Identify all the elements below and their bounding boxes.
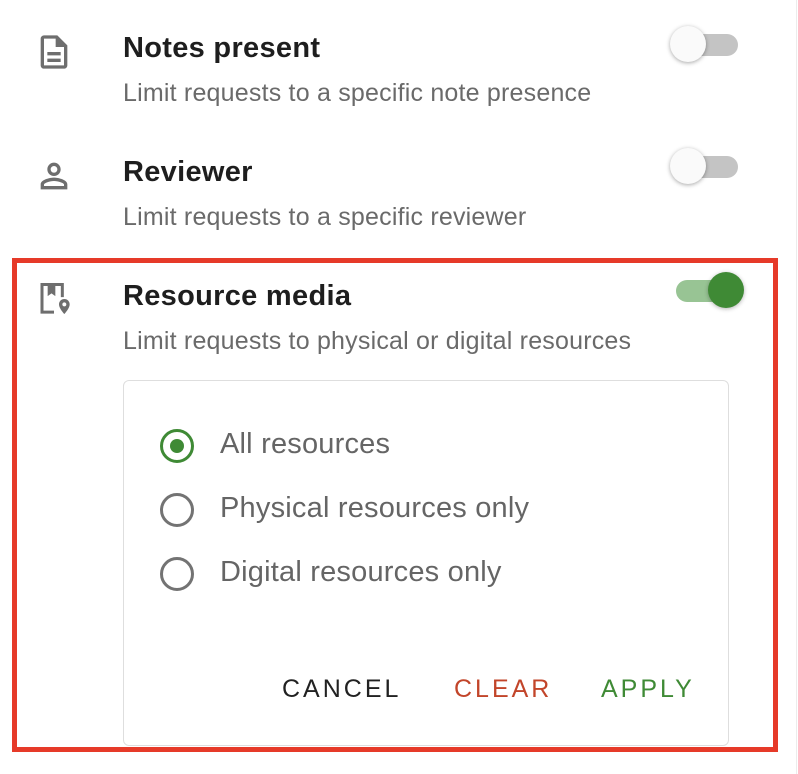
filter-notes-present: Notes present Limit requests to a specif… bbox=[0, 0, 790, 124]
reviewer-toggle[interactable] bbox=[670, 146, 740, 186]
notes-present-toggle[interactable] bbox=[670, 24, 740, 64]
filter-description: Limit requests to physical or digital re… bbox=[123, 327, 632, 355]
radio-physical-resources[interactable]: Physical resources only bbox=[160, 491, 680, 535]
filter-title: Resource media bbox=[123, 280, 352, 312]
radio-button-checked bbox=[160, 429, 194, 463]
resource-media-toggle[interactable] bbox=[670, 270, 744, 310]
resource-media-options: All resources Physical resources only Di… bbox=[123, 380, 729, 746]
radio-label: Digital resources only bbox=[220, 556, 502, 588]
notes-icon bbox=[34, 32, 74, 72]
radio-button bbox=[160, 493, 194, 527]
bookmark-location-icon bbox=[34, 278, 74, 318]
apply-button[interactable]: APPLY bbox=[601, 675, 695, 704]
panel-divider bbox=[796, 0, 797, 774]
filter-title: Notes present bbox=[123, 32, 321, 64]
filter-reviewer: Reviewer Limit requests to a specific re… bbox=[0, 124, 790, 248]
toggle-thumb bbox=[708, 272, 744, 308]
radio-dot bbox=[170, 439, 184, 453]
toggle-thumb bbox=[670, 148, 706, 184]
radio-all-resources[interactable]: All resources bbox=[160, 427, 680, 471]
person-icon bbox=[34, 156, 74, 196]
cancel-button[interactable]: CANCEL bbox=[282, 675, 401, 704]
radio-button bbox=[160, 557, 194, 591]
clear-button[interactable]: CLEAR bbox=[454, 675, 552, 704]
radio-label: Physical resources only bbox=[220, 492, 530, 524]
radio-digital-resources[interactable]: Digital resources only bbox=[160, 555, 680, 599]
filter-description: Limit requests to a specific reviewer bbox=[123, 203, 527, 231]
filter-resource-media: Resource media Limit requests to physica… bbox=[0, 248, 790, 378]
toggle-thumb bbox=[670, 26, 706, 62]
filter-title: Reviewer bbox=[123, 156, 253, 188]
filter-description: Limit requests to a specific note presen… bbox=[123, 79, 592, 107]
radio-label: All resources bbox=[220, 428, 391, 460]
filter-panel: Notes present Limit requests to a specif… bbox=[0, 0, 798, 774]
